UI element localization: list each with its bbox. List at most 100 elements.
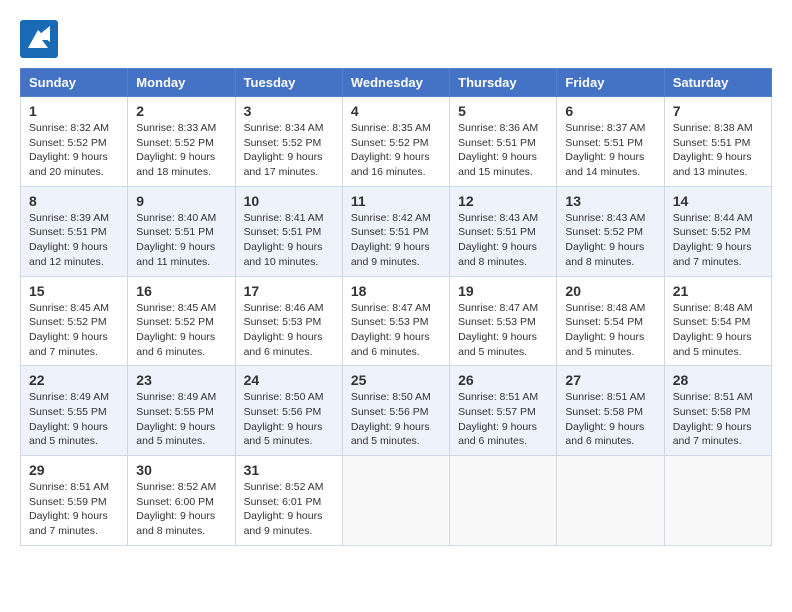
day-info: Sunrise: 8:39 AM Sunset: 5:51 PM Dayligh… — [29, 211, 119, 270]
calendar-cell: 26 Sunrise: 8:51 AM Sunset: 5:57 PM Dayl… — [450, 366, 557, 456]
calendar-cell: 10 Sunrise: 8:41 AM Sunset: 5:51 PM Dayl… — [235, 186, 342, 276]
calendar-cell: 4 Sunrise: 8:35 AM Sunset: 5:52 PM Dayli… — [342, 97, 449, 187]
calendar-cell: 17 Sunrise: 8:46 AM Sunset: 5:53 PM Dayl… — [235, 276, 342, 366]
calendar-cell: 21 Sunrise: 8:48 AM Sunset: 5:54 PM Dayl… — [664, 276, 771, 366]
day-number: 9 — [136, 193, 226, 209]
day-info: Sunrise: 8:49 AM Sunset: 5:55 PM Dayligh… — [136, 390, 226, 449]
calendar-cell: 30 Sunrise: 8:52 AM Sunset: 6:00 PM Dayl… — [128, 456, 235, 546]
calendar-cell: 28 Sunrise: 8:51 AM Sunset: 5:58 PM Dayl… — [664, 366, 771, 456]
day-info: Sunrise: 8:45 AM Sunset: 5:52 PM Dayligh… — [136, 301, 226, 360]
day-info: Sunrise: 8:50 AM Sunset: 5:56 PM Dayligh… — [244, 390, 334, 449]
day-info: Sunrise: 8:44 AM Sunset: 5:52 PM Dayligh… — [673, 211, 763, 270]
day-info: Sunrise: 8:43 AM Sunset: 5:51 PM Dayligh… — [458, 211, 548, 270]
calendar-cell: 19 Sunrise: 8:47 AM Sunset: 5:53 PM Dayl… — [450, 276, 557, 366]
calendar-week-row: 29 Sunrise: 8:51 AM Sunset: 5:59 PM Dayl… — [21, 456, 772, 546]
calendar-cell: 5 Sunrise: 8:36 AM Sunset: 5:51 PM Dayli… — [450, 97, 557, 187]
weekday-header-row: SundayMondayTuesdayWednesdayThursdayFrid… — [21, 69, 772, 97]
calendar-week-row: 1 Sunrise: 8:32 AM Sunset: 5:52 PM Dayli… — [21, 97, 772, 187]
day-info: Sunrise: 8:51 AM Sunset: 5:59 PM Dayligh… — [29, 480, 119, 539]
calendar-cell — [450, 456, 557, 546]
day-info: Sunrise: 8:52 AM Sunset: 6:00 PM Dayligh… — [136, 480, 226, 539]
day-number: 31 — [244, 462, 334, 478]
logo — [20, 20, 58, 58]
day-info: Sunrise: 8:37 AM Sunset: 5:51 PM Dayligh… — [565, 121, 655, 180]
calendar-cell: 27 Sunrise: 8:51 AM Sunset: 5:58 PM Dayl… — [557, 366, 664, 456]
day-number: 11 — [351, 193, 441, 209]
day-info: Sunrise: 8:34 AM Sunset: 5:52 PM Dayligh… — [244, 121, 334, 180]
calendar-cell: 9 Sunrise: 8:40 AM Sunset: 5:51 PM Dayli… — [128, 186, 235, 276]
calendar-cell: 31 Sunrise: 8:52 AM Sunset: 6:01 PM Dayl… — [235, 456, 342, 546]
day-number: 24 — [244, 372, 334, 388]
day-info: Sunrise: 8:36 AM Sunset: 5:51 PM Dayligh… — [458, 121, 548, 180]
calendar-cell: 3 Sunrise: 8:34 AM Sunset: 5:52 PM Dayli… — [235, 97, 342, 187]
day-info: Sunrise: 8:51 AM Sunset: 5:58 PM Dayligh… — [673, 390, 763, 449]
weekday-header-saturday: Saturday — [664, 69, 771, 97]
calendar-cell — [342, 456, 449, 546]
day-number: 13 — [565, 193, 655, 209]
calendar-cell: 2 Sunrise: 8:33 AM Sunset: 5:52 PM Dayli… — [128, 97, 235, 187]
day-info: Sunrise: 8:48 AM Sunset: 5:54 PM Dayligh… — [565, 301, 655, 360]
day-info: Sunrise: 8:47 AM Sunset: 5:53 PM Dayligh… — [458, 301, 548, 360]
day-number: 21 — [673, 283, 763, 299]
calendar-week-row: 15 Sunrise: 8:45 AM Sunset: 5:52 PM Dayl… — [21, 276, 772, 366]
weekday-header-thursday: Thursday — [450, 69, 557, 97]
day-number: 5 — [458, 103, 548, 119]
day-info: Sunrise: 8:50 AM Sunset: 5:56 PM Dayligh… — [351, 390, 441, 449]
day-number: 14 — [673, 193, 763, 209]
calendar-cell: 1 Sunrise: 8:32 AM Sunset: 5:52 PM Dayli… — [21, 97, 128, 187]
calendar-cell: 18 Sunrise: 8:47 AM Sunset: 5:53 PM Dayl… — [342, 276, 449, 366]
day-number: 15 — [29, 283, 119, 299]
day-info: Sunrise: 8:49 AM Sunset: 5:55 PM Dayligh… — [29, 390, 119, 449]
calendar-week-row: 8 Sunrise: 8:39 AM Sunset: 5:51 PM Dayli… — [21, 186, 772, 276]
day-info: Sunrise: 8:35 AM Sunset: 5:52 PM Dayligh… — [351, 121, 441, 180]
calendar-cell: 16 Sunrise: 8:45 AM Sunset: 5:52 PM Dayl… — [128, 276, 235, 366]
day-number: 6 — [565, 103, 655, 119]
day-info: Sunrise: 8:40 AM Sunset: 5:51 PM Dayligh… — [136, 211, 226, 270]
weekday-header-friday: Friday — [557, 69, 664, 97]
day-info: Sunrise: 8:46 AM Sunset: 5:53 PM Dayligh… — [244, 301, 334, 360]
day-info: Sunrise: 8:38 AM Sunset: 5:51 PM Dayligh… — [673, 121, 763, 180]
day-number: 19 — [458, 283, 548, 299]
calendar-cell: 14 Sunrise: 8:44 AM Sunset: 5:52 PM Dayl… — [664, 186, 771, 276]
day-number: 27 — [565, 372, 655, 388]
day-info: Sunrise: 8:32 AM Sunset: 5:52 PM Dayligh… — [29, 121, 119, 180]
calendar-cell — [557, 456, 664, 546]
day-info: Sunrise: 8:45 AM Sunset: 5:52 PM Dayligh… — [29, 301, 119, 360]
day-number: 7 — [673, 103, 763, 119]
logo-icon — [20, 20, 58, 58]
calendar-week-row: 22 Sunrise: 8:49 AM Sunset: 5:55 PM Dayl… — [21, 366, 772, 456]
day-number: 4 — [351, 103, 441, 119]
weekday-header-sunday: Sunday — [21, 69, 128, 97]
calendar-cell: 11 Sunrise: 8:42 AM Sunset: 5:51 PM Dayl… — [342, 186, 449, 276]
calendar-cell: 13 Sunrise: 8:43 AM Sunset: 5:52 PM Dayl… — [557, 186, 664, 276]
day-info: Sunrise: 8:33 AM Sunset: 5:52 PM Dayligh… — [136, 121, 226, 180]
calendar-cell: 7 Sunrise: 8:38 AM Sunset: 5:51 PM Dayli… — [664, 97, 771, 187]
day-info: Sunrise: 8:41 AM Sunset: 5:51 PM Dayligh… — [244, 211, 334, 270]
weekday-header-monday: Monday — [128, 69, 235, 97]
calendar-cell: 6 Sunrise: 8:37 AM Sunset: 5:51 PM Dayli… — [557, 97, 664, 187]
day-number: 23 — [136, 372, 226, 388]
day-number: 10 — [244, 193, 334, 209]
weekday-header-tuesday: Tuesday — [235, 69, 342, 97]
day-number: 17 — [244, 283, 334, 299]
day-number: 12 — [458, 193, 548, 209]
day-number: 16 — [136, 283, 226, 299]
calendar-cell: 8 Sunrise: 8:39 AM Sunset: 5:51 PM Dayli… — [21, 186, 128, 276]
day-info: Sunrise: 8:43 AM Sunset: 5:52 PM Dayligh… — [565, 211, 655, 270]
calendar-cell: 25 Sunrise: 8:50 AM Sunset: 5:56 PM Dayl… — [342, 366, 449, 456]
day-info: Sunrise: 8:42 AM Sunset: 5:51 PM Dayligh… — [351, 211, 441, 270]
day-number: 30 — [136, 462, 226, 478]
calendar-cell: 20 Sunrise: 8:48 AM Sunset: 5:54 PM Dayl… — [557, 276, 664, 366]
calendar-cell — [664, 456, 771, 546]
day-number: 20 — [565, 283, 655, 299]
day-number: 26 — [458, 372, 548, 388]
day-number: 3 — [244, 103, 334, 119]
calendar-cell: 24 Sunrise: 8:50 AM Sunset: 5:56 PM Dayl… — [235, 366, 342, 456]
calendar-cell: 23 Sunrise: 8:49 AM Sunset: 5:55 PM Dayl… — [128, 366, 235, 456]
day-number: 8 — [29, 193, 119, 209]
day-number: 22 — [29, 372, 119, 388]
calendar-cell: 29 Sunrise: 8:51 AM Sunset: 5:59 PM Dayl… — [21, 456, 128, 546]
day-number: 2 — [136, 103, 226, 119]
day-info: Sunrise: 8:52 AM Sunset: 6:01 PM Dayligh… — [244, 480, 334, 539]
weekday-header-wednesday: Wednesday — [342, 69, 449, 97]
